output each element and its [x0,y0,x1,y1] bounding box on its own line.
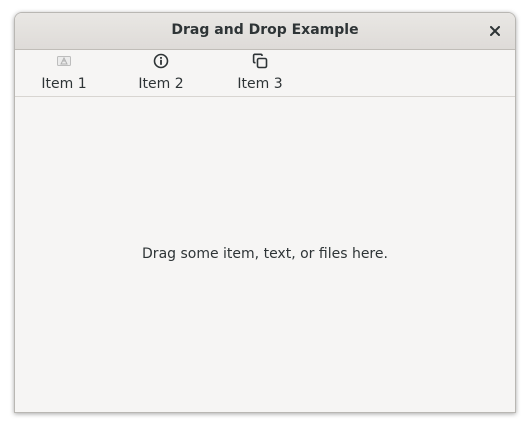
copy-icon [252,53,268,69]
drop-area[interactable]: Drag some item, text, or files here. [15,97,515,412]
window-title: Drag and Drop Example [171,22,359,38]
toolbar-item-label: Item 1 [41,76,87,92]
close-icon [490,26,500,36]
app-window: Drag and Drop Example Item 1 Item 2 Item… [14,12,516,413]
close-button[interactable] [483,19,507,43]
toolbar-item-label: Item 2 [138,76,184,92]
image-missing-icon [57,56,71,66]
toolbar-item-1[interactable]: Item 1 [24,50,104,96]
toolbar-item-3[interactable]: Item 3 [220,50,300,96]
info-icon [153,53,169,69]
toolbar: Item 1 Item 2 Item 3 [15,50,515,97]
toolbar-item-2[interactable]: Item 2 [121,50,201,96]
drop-hint: Drag some item, text, or files here. [142,246,388,262]
header-bar: Drag and Drop Example [15,13,515,50]
toolbar-item-label: Item 3 [237,76,283,92]
